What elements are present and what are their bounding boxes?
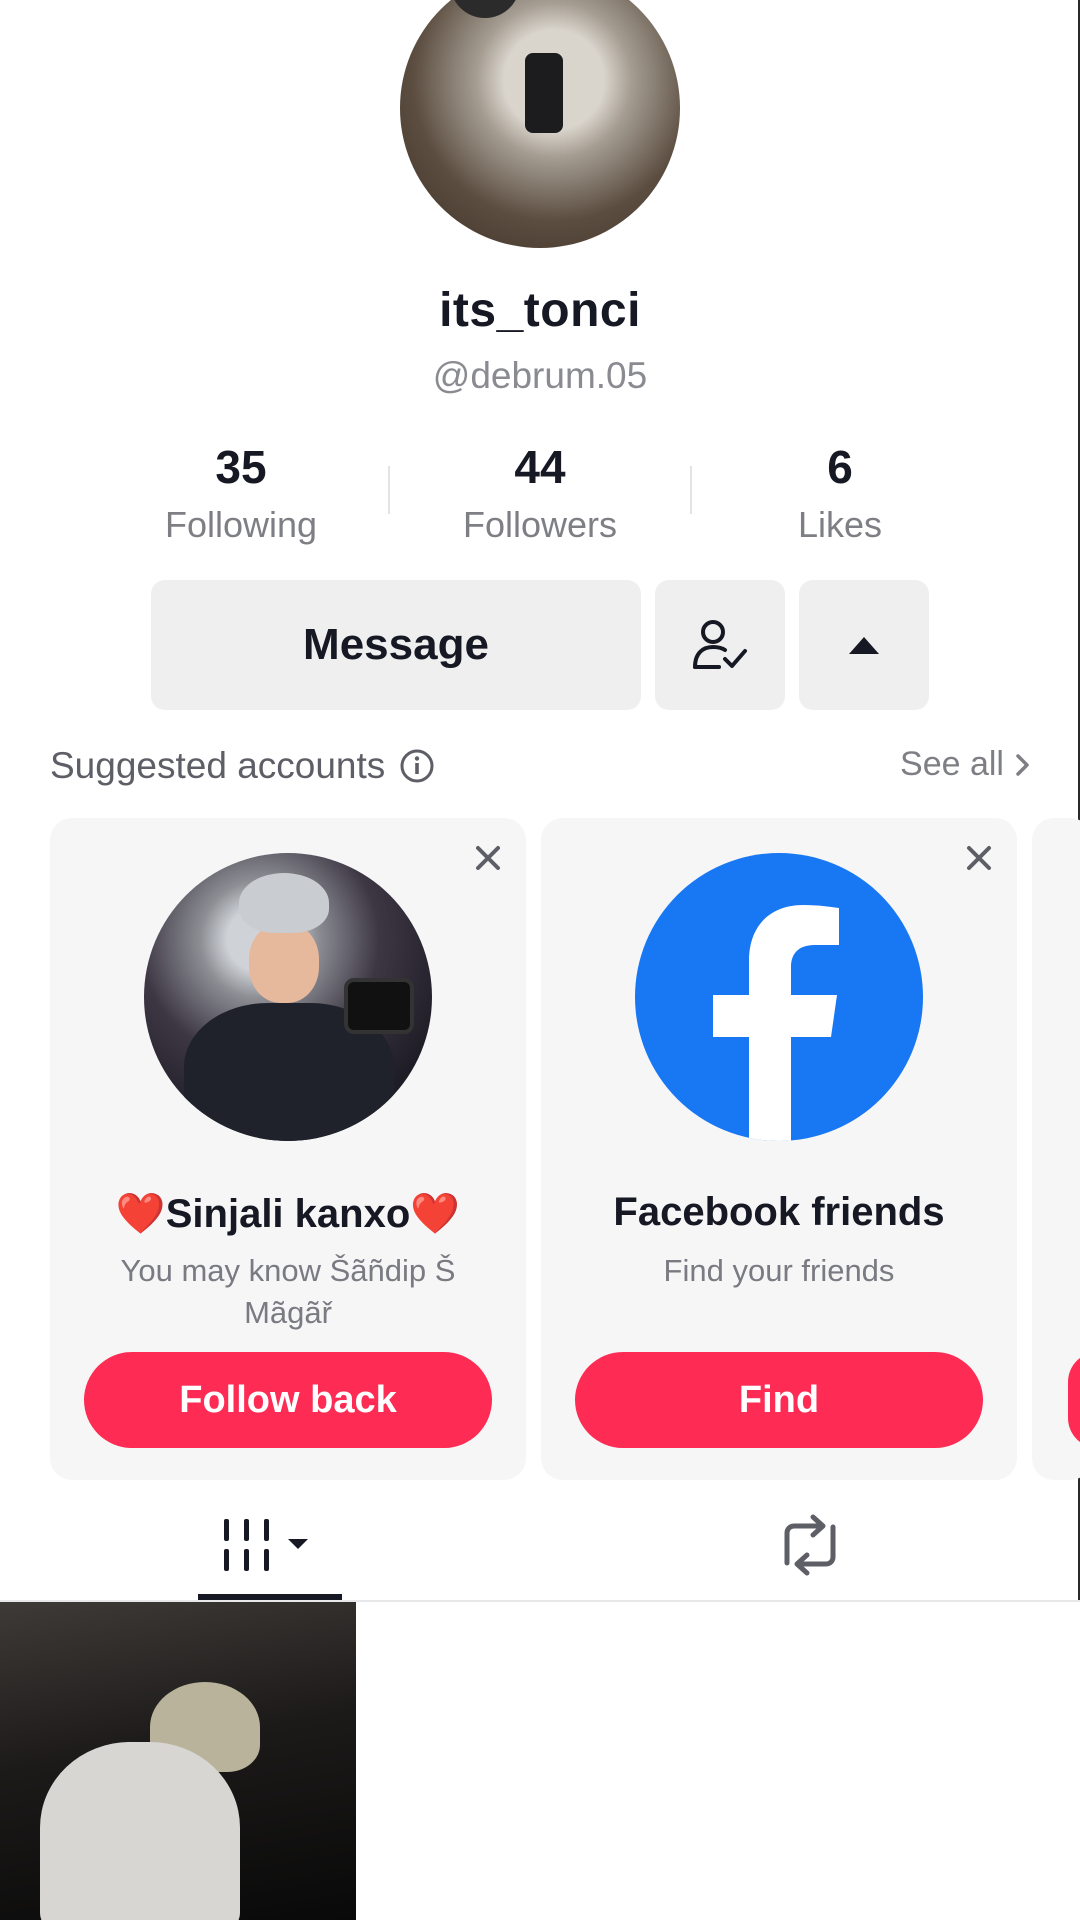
caret-up-icon [849,637,879,654]
followers-count: 44 [514,441,566,493]
display-name: its_tonci [439,284,641,337]
facebook-friends-title: Facebook friends [613,1190,945,1234]
friend-status-button[interactable] [655,580,785,710]
close-icon[interactable] [468,838,508,878]
followers-stat[interactable]: 44 Followers [420,440,660,546]
facebook-friends-card[interactable]: Facebook friends Find your friends Find [541,818,1017,1480]
facebook-friends-subtitle: Find your friends [663,1253,895,1288]
likes-stat[interactable]: 6 Likes [720,440,960,546]
profile-page: its_tonci @debrum.05 35 Following 44 Fol… [0,0,1080,1920]
tab-reposts[interactable] [740,1505,880,1585]
suggested-account-name: ❤️Sinjali kanxo❤️ [115,1192,461,1236]
see-all-label: See all [900,745,1004,783]
video-thumbnail[interactable] [0,1602,356,1920]
stat-divider [690,466,692,514]
suggested-account-card[interactable]: ❤️Sinjali kanxo❤️ You may know Šãñdip Š … [50,818,526,1480]
more-options-button[interactable] [799,580,929,710]
following-label: Following [164,504,318,545]
likes-label: Likes [797,504,883,545]
facebook-f-icon [713,905,839,1141]
username-handle: @debrum.05 [432,355,648,396]
follow-back-button[interactable]: Follow back [84,1352,492,1448]
following-stat[interactable]: 35 Following [121,440,361,546]
message-button[interactable]: Message [151,580,641,710]
suggested-accounts-header: Suggested accounts [50,745,435,787]
chevron-right-icon [1016,753,1029,776]
close-icon[interactable] [959,838,999,878]
suggested-accounts-title: Suggested accounts [50,745,386,786]
profile-avatar[interactable] [400,0,680,248]
followers-label: Followers [462,504,618,545]
info-icon[interactable] [399,748,435,784]
repost-icon [784,1514,836,1576]
tab-videos[interactable] [198,1505,342,1585]
likes-count: 6 [827,441,853,493]
suggested-account-reason: You may know Šãñdip Š Mãgãř [120,1253,456,1330]
person-check-icon [693,620,747,669]
see-all-link[interactable]: See all [900,745,1036,784]
stat-divider [388,466,390,514]
card-peek-button[interactable] [1068,1352,1080,1448]
find-button[interactable]: Find [575,1352,983,1448]
suggested-account-avatar[interactable] [144,853,432,1141]
suggested-account-card-peek[interactable] [1032,818,1080,1480]
facebook-logo [635,853,923,1141]
following-count: 35 [215,441,267,493]
grid-bars-icon [224,1519,308,1571]
